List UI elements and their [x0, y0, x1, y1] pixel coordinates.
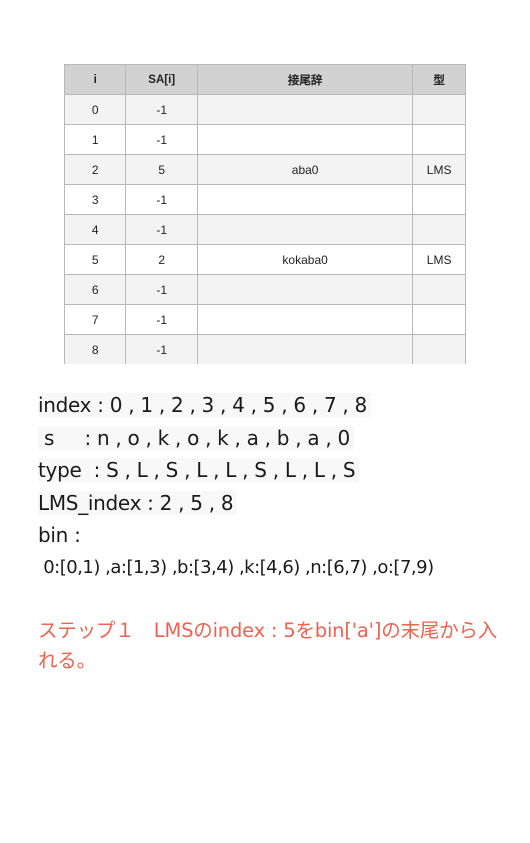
cell-type: LMS	[412, 154, 466, 185]
cell-suffix	[196, 184, 414, 215]
cell-sa: -1	[125, 334, 198, 364]
type-line: type : S , L , S , L , L , S , L , L , S	[38, 454, 434, 487]
table-header-row: i SA[i] 接尾辞 型	[63, 64, 466, 95]
cell-suffix	[196, 304, 414, 335]
step-description: ステップ１ LMSのindex : 5をbin['a']の末尾から入れる。	[38, 619, 498, 672]
cell-suffix	[196, 214, 414, 245]
cell-i: 0	[63, 94, 127, 125]
header-i: i	[63, 64, 127, 95]
suffix-array-table: i SA[i] 接尾辞 型 0 -1 1 -1 2 5 aba0 LMS 3 -…	[63, 64, 466, 364]
lms-index-line-text: LMS_index : 2 , 5 , 8	[38, 490, 238, 515]
header-suffix: 接尾辞	[196, 64, 414, 95]
table-row: 3 -1	[63, 184, 466, 215]
type-line-text: type : S , L , S , L , L , S , L , L , S	[38, 458, 360, 482]
string-line-text: s : n , o , k , o , k , a , b , a , 0	[38, 425, 354, 450]
index-line-text: index : 0 , 1 , 2 , 3 , 4 , 5 , 6 , 7 , …	[38, 393, 371, 417]
cell-type	[412, 334, 466, 364]
header-type: 型	[412, 64, 466, 95]
cell-i: 8	[63, 334, 127, 364]
cell-suffix: kokaba0	[196, 244, 414, 275]
cell-sa: -1	[125, 304, 198, 335]
cell-i: 5	[63, 244, 127, 275]
lms-index-line: LMS_index : 2 , 5 , 8	[38, 487, 434, 520]
bin-values: 0:[0,1) ,a:[1,3) ,b:[3,4) ,k:[4,6) ,n:[6…	[38, 556, 434, 578]
table-row: 4 -1	[63, 214, 466, 245]
cell-type	[412, 184, 466, 215]
cell-type	[412, 94, 466, 125]
cell-i: 2	[63, 154, 127, 185]
cell-suffix	[196, 274, 414, 305]
cell-type: LMS	[412, 244, 466, 275]
cell-type	[412, 124, 466, 155]
cell-type	[412, 304, 466, 335]
index-line: index : 0 , 1 , 2 , 3 , 4 , 5 , 6 , 7 , …	[38, 389, 434, 422]
info-block: index : 0 , 1 , 2 , 3 , 4 , 5 , 6 , 7 , …	[38, 389, 434, 584]
cell-i: 7	[63, 304, 127, 335]
cell-i: 1	[63, 124, 127, 155]
cell-suffix	[196, 334, 414, 364]
table-row: 7 -1	[63, 304, 466, 335]
cell-sa: 5	[125, 154, 198, 185]
cell-sa: -1	[125, 274, 198, 305]
cell-type	[412, 214, 466, 245]
table-row: 8 -1	[63, 334, 466, 364]
cell-i: 3	[63, 184, 127, 215]
cell-sa: 2	[125, 244, 198, 275]
table-row: 0 -1	[63, 94, 466, 125]
table-row: 6 -1	[63, 274, 466, 305]
cell-sa: -1	[125, 184, 198, 215]
cell-type	[412, 274, 466, 305]
header-sa: SA[i]	[125, 64, 198, 95]
cell-i: 4	[63, 214, 127, 245]
string-line: s : n , o , k , o , k , a , b , a , 0	[38, 422, 434, 455]
cell-i: 6	[63, 274, 127, 305]
cell-sa: -1	[125, 124, 198, 155]
table-row: 5 2 kokaba0 LMS	[63, 244, 466, 275]
cell-sa: -1	[125, 94, 198, 125]
bin-label: bin :	[38, 523, 81, 547]
cell-sa: -1	[125, 214, 198, 245]
table-row: 1 -1	[63, 124, 466, 155]
cell-suffix: aba0	[196, 154, 414, 185]
table-row: 2 5 aba0 LMS	[63, 154, 466, 185]
cell-suffix	[196, 124, 414, 155]
cell-suffix	[196, 94, 414, 125]
